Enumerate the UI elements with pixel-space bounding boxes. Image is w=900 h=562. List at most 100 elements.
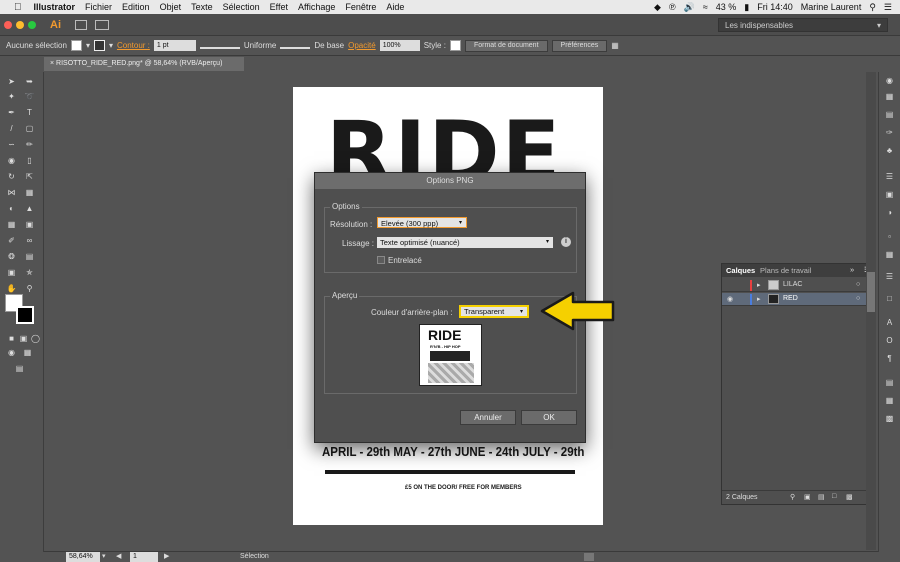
appearance-icon[interactable]: ▫ xyxy=(884,232,895,241)
bridge-icon[interactable] xyxy=(75,19,87,30)
screen-mode-icon[interactable]: ▤ xyxy=(14,364,25,373)
lasso-icon[interactable]: ➰ xyxy=(24,92,35,101)
pathfinder-icon[interactable]: ▩ xyxy=(884,414,895,423)
collapse-panel-icon[interactable]: » xyxy=(850,265,854,274)
target-circle-icon[interactable]: ○ xyxy=(856,295,860,302)
stroke-color-swatch[interactable] xyxy=(16,306,34,324)
draw-normal-icon[interactable]: ◉ xyxy=(6,348,17,357)
transparency-icon[interactable]: ◑ xyxy=(884,208,895,217)
page-field[interactable]: 1 xyxy=(130,552,158,562)
scrollbar-thumb[interactable] xyxy=(867,272,875,312)
magic-wand-icon[interactable]: ✦ xyxy=(6,92,17,101)
dropbox-icon[interactable]: ◆ xyxy=(654,2,661,13)
line-tool-icon[interactable]: / xyxy=(6,124,17,133)
gradient-tool-icon[interactable]: ▣ xyxy=(24,220,35,229)
blob-brush-icon[interactable]: ◉ xyxy=(6,156,17,165)
horizontal-scroll-thumb[interactable] xyxy=(584,553,594,561)
shape-builder-icon[interactable]: ◐ xyxy=(6,204,17,213)
blend-tool-icon[interactable]: ∞ xyxy=(24,236,35,245)
stroke-label[interactable]: Contour : xyxy=(117,41,150,50)
eyedropper-icon[interactable]: ✐ xyxy=(6,236,17,245)
resolution-select[interactable]: Elevée (300 ppp) ▾ xyxy=(377,217,467,228)
menu-selection[interactable]: Sélection xyxy=(223,2,260,12)
graphic-styles-icon[interactable]: ▦ xyxy=(884,250,895,259)
swatches-icon[interactable]: ▤ xyxy=(884,110,895,119)
opentype-icon[interactable]: O xyxy=(884,336,895,345)
clipping-mask-icon[interactable]: ▣ xyxy=(804,493,811,501)
stroke-swatch[interactable] xyxy=(93,40,105,51)
hand-tool-icon[interactable]: ✋ xyxy=(6,284,17,293)
document-format-button[interactable]: Format de document xyxy=(464,39,548,52)
opacity-field[interactable]: 100% xyxy=(379,40,420,51)
menu-objet[interactable]: Objet xyxy=(160,2,182,12)
type-tool-icon[interactable]: T xyxy=(24,108,35,117)
menu-edition[interactable]: Edition xyxy=(122,2,150,12)
layer-name[interactable]: LILAC xyxy=(783,281,802,288)
paragraph-icon[interactable]: ¶ xyxy=(884,354,895,363)
color-mode-icon[interactable]: ■ xyxy=(6,334,17,343)
cancel-button[interactable]: Annuler xyxy=(460,410,516,425)
visibility-eye-icon[interactable]: ◉ xyxy=(727,295,733,303)
color-panel-icon[interactable]: ◉ xyxy=(884,76,895,85)
document-tab[interactable]: × RISOTTO_RIDE_RED.png* @ 58,64% (RVB/Ap… xyxy=(44,57,244,71)
clock[interactable]: Fri 14:40 xyxy=(757,2,793,12)
preferences-button[interactable]: Préférences xyxy=(551,39,608,52)
notification-icon[interactable]: ☰ xyxy=(884,2,892,13)
fill-swatch[interactable] xyxy=(70,40,82,51)
bluetooth-icon[interactable]: ℗ xyxy=(669,2,676,12)
zoom-window-button[interactable] xyxy=(28,20,36,29)
locate-object-icon[interactable]: ⚲ xyxy=(790,493,795,501)
width-tool-icon[interactable]: ⋈ xyxy=(6,188,17,197)
menu-affichage[interactable]: Affichage xyxy=(298,2,335,12)
layers-panel-icon[interactable]: ☰ xyxy=(884,272,895,281)
draw-mode-icon[interactable]: ▦ xyxy=(22,348,33,357)
menu-effet[interactable]: Effet xyxy=(270,2,288,12)
close-icon[interactable]: × xyxy=(50,60,54,67)
battery-icon[interactable]: ▮ xyxy=(744,2,749,13)
artboard-tool-icon[interactable]: ▣ xyxy=(6,268,17,277)
menu-texte[interactable]: Texte xyxy=(191,2,213,12)
style-swatch[interactable] xyxy=(449,40,461,51)
expand-arrow-icon[interactable]: ▸ xyxy=(757,281,761,289)
arrange-documents-icon[interactable] xyxy=(95,19,109,30)
menu-app-name[interactable]: Illustrator xyxy=(34,2,76,12)
profile-uniform-label[interactable]: Uniforme xyxy=(244,41,276,50)
brushes-icon[interactable]: ✑ xyxy=(884,128,895,137)
tab-layers[interactable]: Calques xyxy=(726,266,755,275)
mesh-tool-icon[interactable]: ▦ xyxy=(6,220,17,229)
chevron-down-icon[interactable]: ▾ xyxy=(86,41,90,50)
align-icon[interactable]: ▤ xyxy=(884,378,895,387)
gradient-mode-icon[interactable]: ▣ xyxy=(18,334,29,343)
symbol-sprayer-icon[interactable]: ❂ xyxy=(6,252,17,261)
scale-tool-icon[interactable]: ⇱ xyxy=(24,172,35,181)
none-mode-icon[interactable]: ◯ xyxy=(30,334,41,343)
rotate-tool-icon[interactable]: ↻ xyxy=(6,172,17,181)
first-page-icon[interactable]: ◀ xyxy=(116,552,121,560)
stroke-panel-icon[interactable]: ☰ xyxy=(884,172,895,181)
arrange-icon[interactable]: ▦ xyxy=(611,41,619,50)
transform-icon[interactable]: ▦ xyxy=(884,396,895,405)
chevron-down-icon[interactable]: ▾ xyxy=(109,41,113,50)
symbols-icon[interactable]: ♣ xyxy=(884,146,895,155)
selection-tool-icon[interactable]: ➤ xyxy=(6,77,17,86)
user-name[interactable]: Marine Laurent xyxy=(801,2,862,12)
pen-tool-icon[interactable]: ✒ xyxy=(6,108,17,117)
next-page-icon[interactable]: ▶ xyxy=(164,552,169,560)
target-circle-icon[interactable]: ○ xyxy=(856,281,860,288)
expand-arrow-icon[interactable]: ▸ xyxy=(757,295,761,303)
menu-fichier[interactable]: Fichier xyxy=(85,2,112,12)
wifi-icon[interactable]: ≈ xyxy=(703,2,708,12)
perspective-grid-icon[interactable]: ▲ xyxy=(24,204,35,213)
background-color-select[interactable]: Transparent ▾ xyxy=(459,305,529,318)
delete-layer-icon[interactable]: ▩ xyxy=(846,493,853,501)
opacity-label[interactable]: Opacité xyxy=(348,41,376,50)
layer-row[interactable]: ▸ LILAC ○ xyxy=(722,279,875,292)
chevron-down-icon[interactable]: ▾ xyxy=(102,552,106,560)
pencil-icon[interactable]: ✏ xyxy=(24,140,35,149)
graph-tool-icon[interactable]: ▤ xyxy=(24,252,35,261)
new-layer-icon[interactable]: □ xyxy=(832,493,836,500)
layer-name[interactable]: RED xyxy=(783,295,798,302)
zoom-tool-icon[interactable]: ⚲ xyxy=(24,284,35,293)
close-window-button[interactable] xyxy=(4,20,12,29)
slice-tool-icon[interactable]: ✯ xyxy=(24,268,35,277)
